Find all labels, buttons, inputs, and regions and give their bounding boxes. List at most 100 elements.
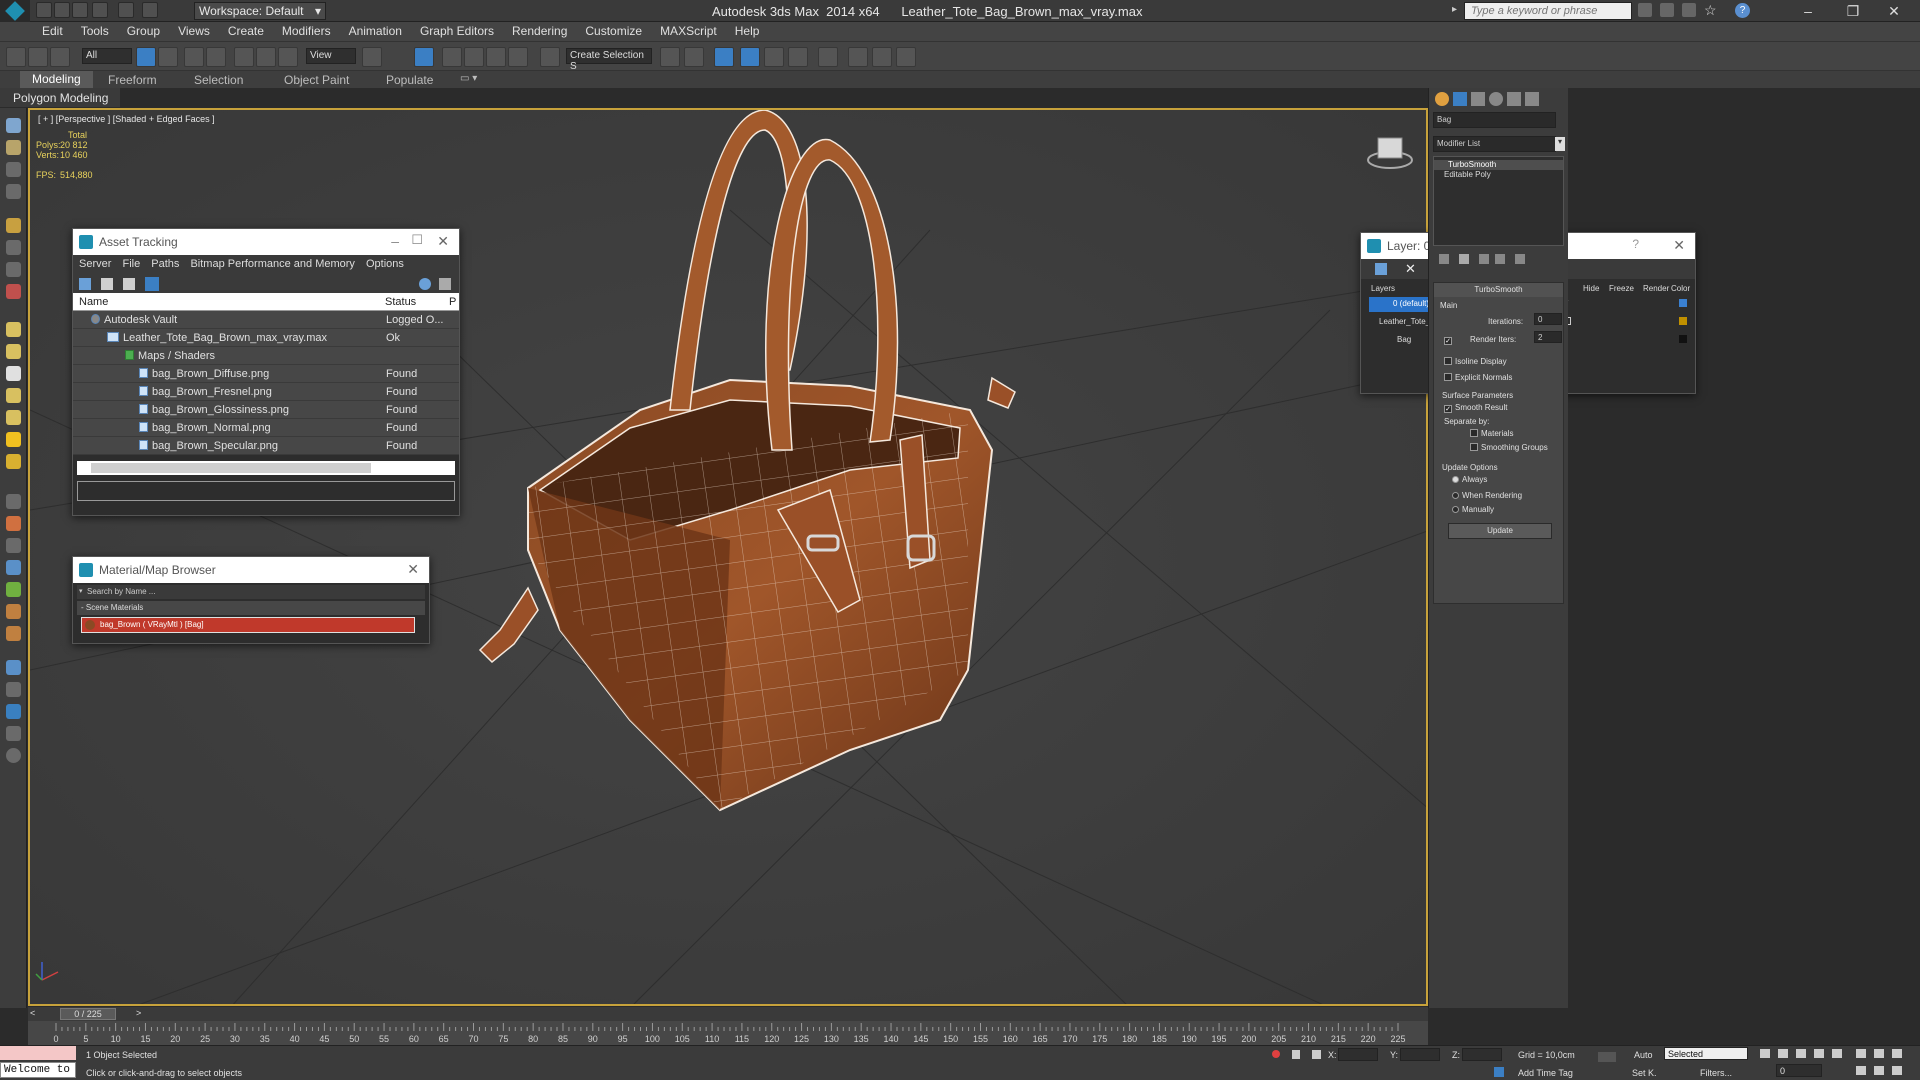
menu-rendering[interactable]: Rendering [504, 22, 577, 41]
redo-icon[interactable] [118, 2, 134, 18]
menu-group[interactable]: Group [119, 22, 170, 41]
communication-center-icon[interactable] [1660, 3, 1674, 17]
menu-tools[interactable]: Tools [73, 22, 119, 41]
rendered-frame-window-icon[interactable] [872, 47, 892, 67]
modifier-tool-icon[interactable] [6, 494, 21, 509]
rotate-icon[interactable] [256, 47, 276, 67]
pan-icon[interactable] [1874, 1066, 1884, 1075]
pin-stack-icon[interactable] [1439, 254, 1449, 264]
cylinder-primitive-icon[interactable] [6, 366, 21, 381]
list-view-icon[interactable] [101, 278, 113, 290]
favorites-star-icon[interactable]: ☆ [1704, 2, 1717, 19]
helper-tool-icon[interactable] [6, 454, 21, 469]
iterations-spinner[interactable]: 0 [1534, 313, 1562, 325]
explicit-normals-checkbox[interactable] [1444, 373, 1452, 381]
tree-tool-icon[interactable] [6, 582, 21, 597]
track-bar[interactable]: 0 5 10 15 20 25 30 35 40 45 50 55 60 65 70 75 80 85 90 95 10… [28, 1021, 1428, 1045]
new-file-icon[interactable] [36, 2, 52, 18]
layer-manager-icon[interactable] [740, 47, 760, 67]
viewport-tool-icon[interactable] [6, 118, 21, 133]
update-button[interactable]: Update [1448, 523, 1552, 539]
set-key-icon[interactable] [1598, 1052, 1616, 1062]
current-frame-field[interactable]: 0 [1776, 1064, 1822, 1077]
zoom-all-icon[interactable] [1874, 1049, 1884, 1058]
scale-icon[interactable] [278, 47, 298, 67]
column-layers[interactable]: Layers [1371, 284, 1395, 293]
menu-file[interactable]: File [122, 258, 140, 270]
table-row[interactable]: bag_Brown_Specular.png Found [73, 437, 459, 455]
cone-primitive-icon[interactable] [6, 410, 21, 425]
search-expand-icon[interactable]: ▸ [1452, 4, 1457, 15]
next-frame-icon[interactable] [1814, 1049, 1824, 1058]
refresh-icon[interactable] [79, 278, 91, 290]
time-tag-icon[interactable] [1494, 1067, 1504, 1077]
scene-explorer-icon[interactable] [714, 47, 734, 67]
align-icon[interactable] [684, 47, 704, 67]
pivot-center-icon[interactable] [362, 47, 382, 67]
search-dropdown-icon[interactable]: ▾ [79, 587, 83, 595]
close-icon[interactable]: ✕ [1882, 3, 1906, 20]
tab-populate[interactable]: Populate [386, 73, 433, 87]
modifier-list-dropdown[interactable]: Modifier List ▾ [1433, 136, 1565, 152]
display-panel-icon[interactable] [1507, 92, 1521, 106]
help-icon[interactable]: ? [1632, 237, 1639, 251]
smoothing-groups-checkbox[interactable] [1470, 443, 1478, 451]
go-to-start-icon[interactable] [1760, 1049, 1770, 1058]
menu-server[interactable]: Server [79, 258, 111, 270]
globe-tool-icon[interactable] [6, 560, 21, 575]
asset-path-field[interactable] [77, 481, 455, 501]
turbosmooth-rollout-title[interactable]: TurboSmooth [1434, 283, 1563, 297]
scene-materials-group[interactable]: - Scene Materials [77, 601, 425, 615]
isoline-display-checkbox[interactable] [1444, 357, 1452, 365]
menu-animation[interactable]: Animation [341, 22, 412, 41]
render-production-icon[interactable] [896, 47, 916, 67]
render-iters-spinner[interactable]: 2 [1534, 331, 1562, 343]
create-tool-icon[interactable] [6, 140, 21, 155]
menu-help[interactable]: Help [727, 22, 770, 41]
menu-graph-editors[interactable]: Graph Editors [412, 22, 504, 41]
close-icon[interactable]: ✕ [437, 233, 449, 250]
binoculars-icon[interactable] [1638, 3, 1652, 17]
biped-tool-icon[interactable] [6, 604, 21, 619]
window-crossing-icon[interactable] [206, 47, 226, 67]
select-by-name-icon[interactable] [158, 47, 178, 67]
table-row[interactable]: bag_Brown_Fresnel.png Found [73, 383, 459, 401]
reference-coordinate-dropdown[interactable]: View [306, 48, 356, 64]
spinner-snap-icon[interactable] [508, 47, 528, 67]
percent-snap-icon[interactable] [486, 47, 506, 67]
x-coordinate-field[interactable] [1338, 1048, 1378, 1061]
stack-item-turbosmooth[interactable]: TurboSmooth [1434, 160, 1563, 170]
column-path[interactable]: P [449, 296, 456, 308]
edit-named-selection-icon[interactable] [540, 47, 560, 67]
menu-modifiers[interactable]: Modifiers [274, 22, 341, 41]
grid-view-icon[interactable] [145, 277, 159, 291]
curve-editor-icon[interactable] [788, 47, 808, 67]
hierarchy-panel-icon[interactable] [1471, 92, 1485, 106]
zoom-icon[interactable] [1856, 1049, 1866, 1058]
menu-paths[interactable]: Paths [151, 258, 179, 270]
isolate-selection-icon[interactable] [1272, 1050, 1280, 1058]
menu-create[interactable]: Create [220, 22, 274, 41]
table-view-icon[interactable] [123, 278, 135, 290]
table-row[interactable]: Autodesk Vault Logged O... [73, 311, 459, 329]
utilities-panel-icon[interactable] [1525, 92, 1539, 106]
paint-tool-icon[interactable] [6, 516, 21, 531]
time-slider-right-arrow-icon[interactable]: > [136, 1008, 141, 1018]
person-tool-icon[interactable] [6, 218, 21, 233]
layer-color-swatch[interactable] [1679, 299, 1687, 307]
hierarchy-tool-icon[interactable] [6, 240, 21, 255]
select-manipulate-icon[interactable] [414, 47, 434, 67]
materials-checkbox[interactable] [1470, 429, 1478, 437]
material-search-input[interactable]: ▾ Search by Name ... [77, 585, 425, 599]
minimize-icon[interactable]: – [391, 233, 399, 249]
time-slider-track[interactable] [28, 1007, 1428, 1021]
settings-icon[interactable] [439, 278, 451, 290]
teapot-tool-icon[interactable] [6, 704, 21, 719]
add-time-tag[interactable]: Add Time Tag [1518, 1068, 1573, 1078]
go-to-end-icon[interactable] [1832, 1049, 1842, 1058]
column-render[interactable]: Render [1643, 284, 1669, 293]
close-icon[interactable]: ✕ [1673, 237, 1685, 254]
box-primitive-icon[interactable] [6, 322, 21, 337]
ribbon-options-icon[interactable]: ▭ ▾ [460, 73, 477, 84]
z-coordinate-field[interactable] [1462, 1048, 1502, 1061]
